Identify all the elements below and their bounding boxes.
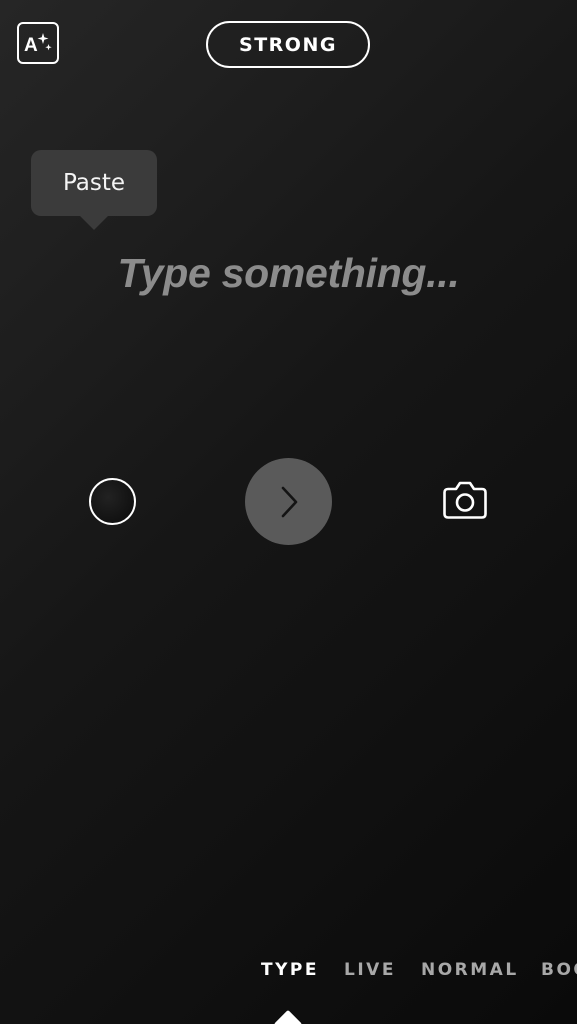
text-style-button[interactable]: STRONG bbox=[206, 21, 370, 68]
mode-type[interactable]: TYPE bbox=[261, 960, 319, 980]
text-input-placeholder[interactable]: Type something... bbox=[0, 250, 577, 297]
chevron-right-icon bbox=[281, 486, 297, 517]
color-picker-button[interactable] bbox=[89, 478, 136, 525]
font-sparkle-icon: A bbox=[24, 33, 52, 56]
mode-boomerang[interactable]: BOO bbox=[541, 960, 577, 980]
font-effects-button[interactable]: A bbox=[17, 22, 59, 64]
mode-live[interactable]: LIVE bbox=[344, 960, 396, 980]
paste-tooltip[interactable]: Paste bbox=[31, 150, 157, 230]
mode-normal[interactable]: NORMAL bbox=[421, 960, 519, 980]
camera-button[interactable] bbox=[441, 478, 489, 522]
type-mode-screen: A STRONG Paste Type something... TYPE LI… bbox=[0, 0, 577, 1024]
next-button[interactable] bbox=[245, 458, 332, 545]
paste-label: Paste bbox=[62, 170, 126, 196]
camera-mode-selector: TYPE LIVE NORMAL BOO bbox=[0, 960, 577, 990]
active-mode-indicator bbox=[273, 1009, 303, 1024]
camera-icon bbox=[443, 481, 487, 519]
svg-text:A: A bbox=[24, 35, 38, 56]
text-style-label: STRONG bbox=[239, 33, 337, 56]
